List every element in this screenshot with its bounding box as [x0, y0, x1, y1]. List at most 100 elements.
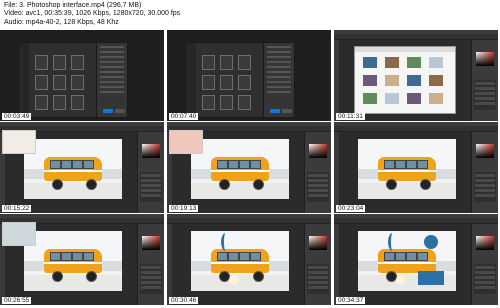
preset-tile[interactable] [220, 95, 233, 110]
layer-row[interactable] [475, 174, 495, 177]
preset-tile[interactable] [202, 55, 215, 70]
image-file-icon[interactable] [385, 93, 399, 104]
layer-row[interactable] [308, 271, 328, 274]
tools-panel[interactable] [334, 40, 339, 121]
layer-row[interactable] [475, 102, 495, 105]
preset-tile[interactable] [202, 75, 215, 90]
image-file-icon[interactable] [385, 75, 399, 86]
layer-row[interactable] [475, 266, 495, 269]
layer-row[interactable] [475, 281, 495, 284]
image-file-icon[interactable] [363, 75, 377, 86]
layer-row[interactable] [308, 194, 328, 197]
color-picker[interactable] [309, 236, 327, 250]
layer-row[interactable] [475, 276, 495, 279]
layers-panel[interactable] [140, 264, 162, 294]
preset-tile[interactable] [35, 55, 48, 70]
layer-row[interactable] [141, 286, 161, 289]
layers-panel[interactable] [474, 172, 496, 202]
circle-shape [229, 275, 239, 285]
preset-tile[interactable] [53, 55, 66, 70]
van-image [44, 249, 102, 273]
layers-panel[interactable] [474, 80, 496, 110]
layer-row[interactable] [475, 189, 495, 192]
image-file-icon[interactable] [407, 57, 421, 68]
layer-row[interactable] [308, 276, 328, 279]
layer-row[interactable] [475, 92, 495, 95]
color-picker[interactable] [309, 144, 327, 158]
layer-row[interactable] [475, 179, 495, 182]
dialog-sidebar[interactable] [186, 43, 196, 117]
preset-tile[interactable] [238, 55, 251, 70]
document-canvas [191, 231, 289, 291]
image-file-icon[interactable] [429, 57, 443, 68]
image-file-icon[interactable] [407, 93, 421, 104]
preset-tile[interactable] [71, 75, 84, 90]
preset-tile[interactable] [238, 75, 251, 90]
layer-row[interactable] [308, 266, 328, 269]
preset-tile[interactable] [220, 55, 233, 70]
layer-row[interactable] [141, 174, 161, 177]
detail-row [267, 76, 291, 78]
layer-row[interactable] [308, 179, 328, 182]
layer-row[interactable] [141, 184, 161, 187]
timestamp-label: 00:26:55 [2, 297, 32, 304]
image-file-icon[interactable] [363, 93, 377, 104]
preset-tile[interactable] [53, 75, 66, 90]
layers-panel[interactable] [307, 264, 329, 294]
layer-row[interactable] [475, 97, 495, 100]
layer-row[interactable] [475, 286, 495, 289]
right-panels [304, 224, 331, 305]
dialog-sidebar[interactable] [19, 43, 29, 117]
color-picker[interactable] [476, 52, 494, 66]
tools-panel[interactable] [167, 224, 172, 305]
image-file-icon[interactable] [385, 57, 399, 68]
image-file-icon[interactable] [429, 93, 443, 104]
layer-row[interactable] [308, 281, 328, 284]
layer-row[interactable] [475, 194, 495, 197]
create-button[interactable] [103, 109, 113, 113]
preset-tile[interactable] [35, 95, 48, 110]
floating-image-thumbnail [169, 130, 203, 154]
layer-row[interactable] [141, 271, 161, 274]
layers-panel[interactable] [307, 172, 329, 202]
layers-panel[interactable] [140, 172, 162, 202]
preset-tile[interactable] [238, 95, 251, 110]
image-file-icon[interactable] [429, 75, 443, 86]
preset-tile[interactable] [202, 95, 215, 110]
layer-row[interactable] [141, 194, 161, 197]
van-image [378, 157, 436, 181]
van-window [250, 252, 261, 261]
layer-row[interactable] [308, 174, 328, 177]
new-document-dialog [185, 42, 295, 118]
layer-row[interactable] [141, 276, 161, 279]
layer-row[interactable] [475, 82, 495, 85]
preset-tile[interactable] [220, 75, 233, 90]
layer-row[interactable] [141, 189, 161, 192]
preset-tile[interactable] [53, 95, 66, 110]
layer-row[interactable] [475, 184, 495, 187]
preset-tile[interactable] [71, 55, 84, 70]
detail-row [267, 81, 291, 83]
layer-row[interactable] [308, 286, 328, 289]
preset-tile[interactable] [35, 75, 48, 90]
close-button[interactable] [115, 109, 125, 113]
color-picker[interactable] [476, 144, 494, 158]
image-file-icon[interactable] [363, 57, 377, 68]
layer-row[interactable] [308, 184, 328, 187]
layer-row[interactable] [475, 87, 495, 90]
layer-row[interactable] [141, 179, 161, 182]
tools-panel[interactable] [334, 224, 339, 305]
color-picker[interactable] [476, 236, 494, 250]
layer-row[interactable] [308, 189, 328, 192]
close-button[interactable] [282, 109, 292, 113]
color-picker[interactable] [142, 144, 160, 158]
layer-row[interactable] [141, 281, 161, 284]
tools-panel[interactable] [334, 132, 339, 213]
preset-tile[interactable] [71, 95, 84, 110]
layer-row[interactable] [141, 266, 161, 269]
color-picker[interactable] [142, 236, 160, 250]
layers-panel[interactable] [474, 264, 496, 294]
create-button[interactable] [270, 109, 280, 113]
layer-row[interactable] [475, 271, 495, 274]
image-file-icon[interactable] [407, 75, 421, 86]
